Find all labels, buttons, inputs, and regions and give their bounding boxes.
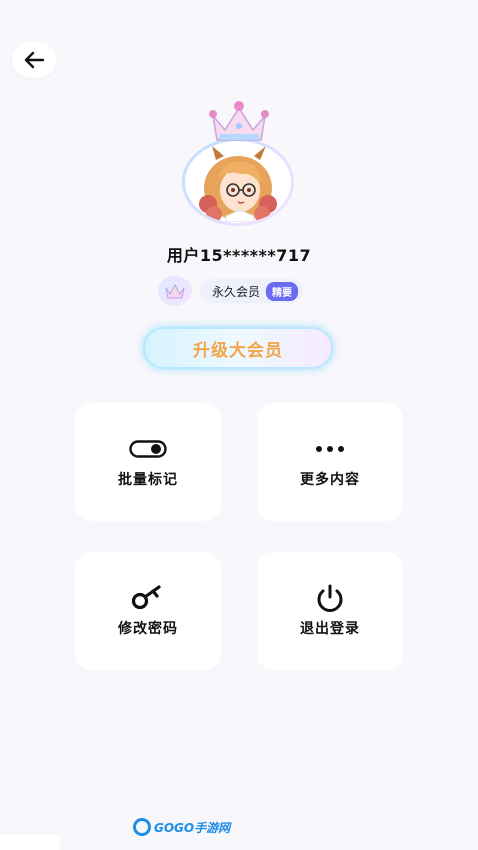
change-password-label: 修改密码 — [118, 621, 178, 637]
anime-girl-avatar-icon — [199, 146, 277, 222]
upgrade-vip-button[interactable]: 升级大会员 — [143, 327, 333, 369]
batch-mark-card[interactable]: 批量标记 — [75, 403, 221, 521]
back-button[interactable] — [12, 42, 56, 78]
avatar-ring — [182, 138, 294, 226]
toggle-icon — [129, 440, 167, 458]
more-content-label: 更多内容 — [300, 472, 360, 488]
watermark: GOGO手游网 — [133, 818, 230, 836]
small-crown-icon — [165, 283, 185, 299]
membership-badge: 精要 — [266, 281, 299, 301]
arrow-left-icon — [24, 51, 45, 69]
membership-row: 永久会员 精要 — [158, 276, 304, 306]
membership-pill: 永久会员 精要 — [200, 279, 304, 303]
avatar — [185, 141, 291, 223]
power-icon — [317, 584, 343, 612]
batch-mark-label: 批量标记 — [118, 472, 178, 488]
key-icon — [131, 585, 161, 610]
watermark-text: GOGO手游网 — [154, 820, 231, 835]
more-content-card[interactable]: 更多内容 — [257, 403, 403, 521]
logout-label: 退出登录 — [300, 621, 360, 637]
username: 用户15******717 — [166, 246, 312, 265]
change-password-card[interactable]: 修改密码 — [75, 552, 221, 670]
membership-label: 永久会员 — [212, 284, 261, 299]
more-dots-icon — [316, 446, 344, 452]
crown-icon — [209, 101, 269, 141]
gogo-logo-icon — [133, 818, 151, 836]
bottom-edge — [0, 835, 60, 850]
avatar-container[interactable] — [180, 100, 298, 232]
logout-card[interactable]: 退出登录 — [257, 552, 403, 670]
vip-crown-badge — [158, 276, 192, 306]
